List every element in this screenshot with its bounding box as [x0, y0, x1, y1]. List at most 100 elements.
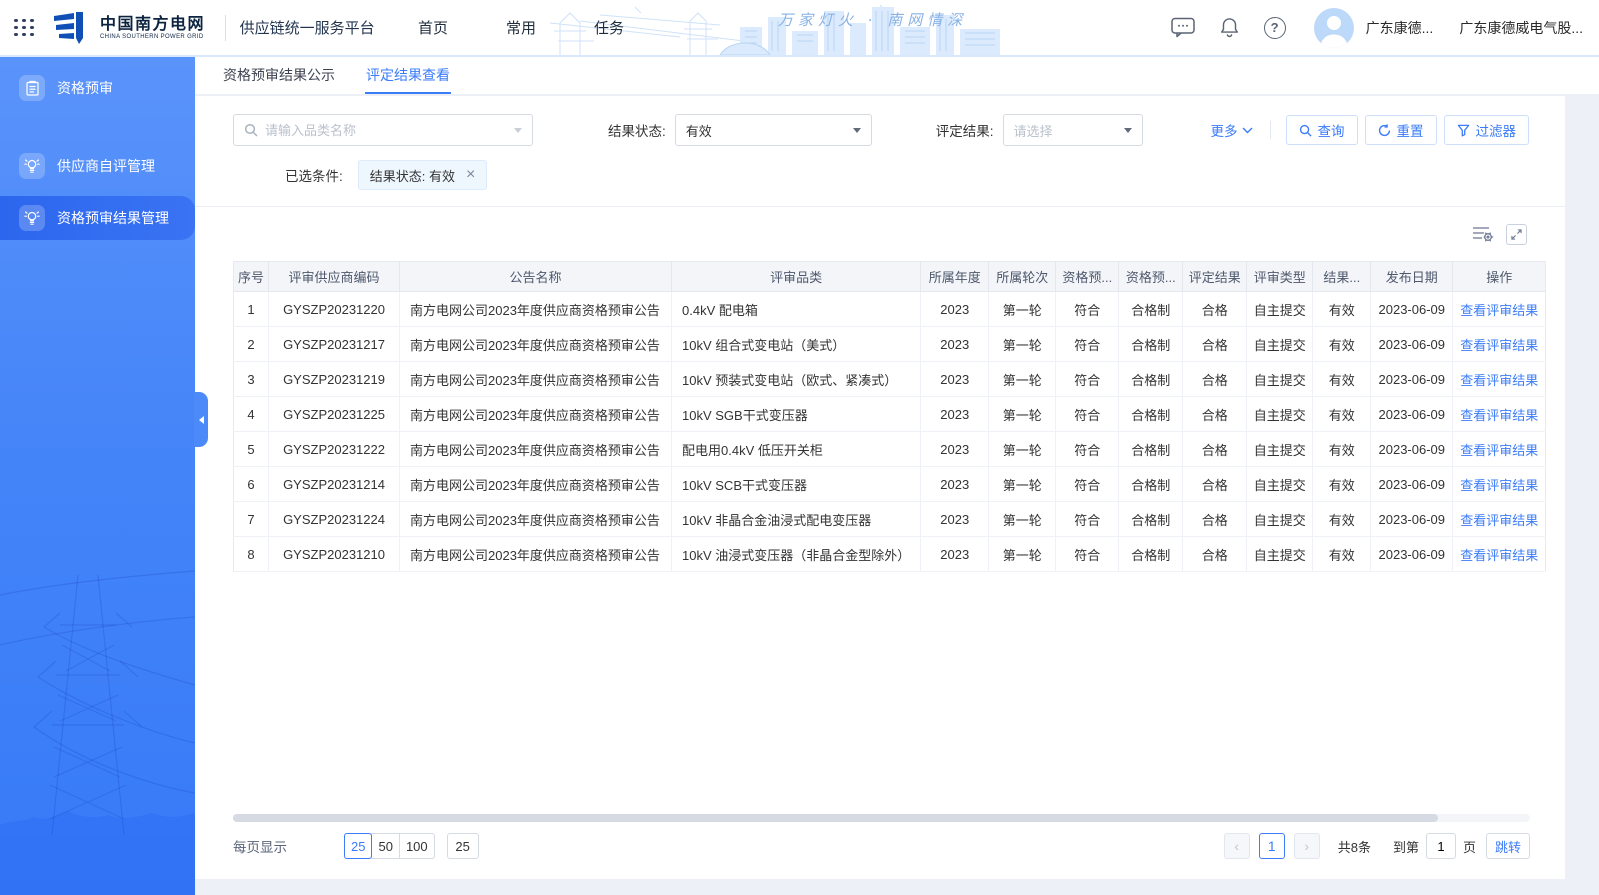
cell-no: 5: [234, 432, 269, 467]
user-name[interactable]: 广东康德...: [1366, 18, 1434, 38]
more-filters-link[interactable]: 更多: [1211, 120, 1253, 140]
cell-code: GYSZP20231219: [269, 362, 400, 397]
nav-item-任务[interactable]: 任务: [594, 17, 624, 38]
view-review-result-link[interactable]: 查看评审结果: [1460, 513, 1538, 528]
scrollbar-thumb[interactable]: [233, 814, 1438, 822]
sidebar-item-资格预审[interactable]: 资格预审: [0, 66, 195, 110]
cell-category: 10kV 油浸式变压器（非晶合金型除外）: [672, 537, 921, 572]
view-review-result-link[interactable]: 查看评审结果: [1460, 478, 1538, 493]
cell-type: 自主提交: [1247, 397, 1313, 432]
query-button[interactable]: 查询: [1286, 115, 1358, 145]
brand-name-en: CHINA SOUTHERN POWER GRID: [100, 33, 204, 39]
view-review-result-link[interactable]: 查看评审结果: [1460, 303, 1538, 318]
notifications-bell-icon[interactable]: [1219, 16, 1240, 39]
view-review-result-link[interactable]: 查看评审结果: [1460, 443, 1538, 458]
filter-row: 结果状态: 有效 评定结果: 请选择 更多 查询: [195, 96, 1565, 146]
cell-year: 2023: [921, 397, 989, 432]
chevron-down-icon: [1124, 128, 1132, 133]
category-search-input[interactable]: [265, 123, 506, 138]
cell-date: 2023-06-09: [1371, 502, 1453, 537]
sidebar-item-资格预审结果管理[interactable]: 资格预审结果管理: [0, 196, 195, 240]
remove-condition-icon[interactable]: ×: [466, 167, 475, 183]
fullscreen-icon[interactable]: [1506, 224, 1527, 245]
tab-评定结果查看[interactable]: 评定结果查看: [365, 57, 451, 94]
view-review-result-link[interactable]: 查看评审结果: [1460, 338, 1538, 353]
jump-button[interactable]: 跳转: [1486, 833, 1530, 859]
chevron-down-icon: [514, 128, 522, 133]
table-row: 1GYSZP20231220南方电网公司2023年度供应商资格预审公告0.4kV…: [234, 292, 1546, 327]
page-size-value-box[interactable]: 25: [447, 833, 479, 859]
cell-notice: 南方电网公司2023年度供应商资格预审公告: [400, 362, 672, 397]
cell-round: 第一轮: [989, 432, 1056, 467]
cell-round: 第一轮: [989, 397, 1056, 432]
company-name[interactable]: 广东康德威电气股...: [1459, 18, 1583, 38]
per-page-option-50[interactable]: 50: [371, 833, 399, 859]
column-header: 结果...: [1313, 262, 1371, 292]
next-page-button[interactable]: ›: [1294, 833, 1320, 859]
cell-status: 有效: [1313, 397, 1371, 432]
cell-category: 10kV SCB干式变压器: [672, 467, 921, 502]
table-row: 2GYSZP20231217南方电网公司2023年度供应商资格预审公告10kV …: [234, 327, 1546, 362]
cell-code: GYSZP20231225: [269, 397, 400, 432]
eval-result-select[interactable]: 请选择: [1003, 114, 1143, 146]
result-status-select[interactable]: 有效: [675, 114, 872, 146]
sidebar-collapse-handle[interactable]: [194, 392, 208, 447]
clipboard-icon: [19, 75, 45, 101]
horizontal-scrollbar[interactable]: [233, 814, 1530, 822]
view-review-result-link[interactable]: 查看评审结果: [1460, 408, 1538, 423]
cell-action: 查看评审结果: [1453, 397, 1546, 432]
cell-action: 查看评审结果: [1453, 467, 1546, 502]
per-page-option-100[interactable]: 100: [399, 833, 435, 859]
sidebar-item-供应商自评管理[interactable]: 供应商自评管理: [0, 144, 195, 188]
header-slogan: 万家灯火 · 南网情深: [778, 9, 967, 30]
bulb-icon: [19, 153, 45, 179]
cell-no: 3: [234, 362, 269, 397]
cell-category: 10kV SGB干式变压器: [672, 397, 921, 432]
filter-button[interactable]: 过滤器: [1444, 115, 1530, 145]
funnel-icon: [1457, 124, 1470, 137]
app-launcher-icon[interactable]: [14, 19, 34, 37]
cell-no: 4: [234, 397, 269, 432]
cell-date: 2023-06-09: [1371, 397, 1453, 432]
cell-status: 有效: [1313, 467, 1371, 502]
messages-icon[interactable]: [1171, 17, 1195, 38]
nav-item-首页[interactable]: 首页: [418, 17, 448, 38]
column-header: 评审供应商编码: [269, 262, 400, 292]
cell-round: 第一轮: [989, 292, 1056, 327]
cell-notice: 南方电网公司2023年度供应商资格预审公告: [400, 467, 672, 502]
current-page-button[interactable]: 1: [1259, 833, 1285, 859]
bulb-icon: [19, 205, 45, 231]
total-count: 共8条: [1338, 837, 1371, 856]
cell-pre2: 合格制: [1119, 537, 1183, 572]
help-icon[interactable]: ?: [1264, 17, 1286, 39]
prev-page-button[interactable]: ‹: [1224, 833, 1250, 859]
cell-status: 有效: [1313, 432, 1371, 467]
cell-type: 自主提交: [1247, 502, 1313, 537]
cell-pre2: 合格制: [1119, 432, 1183, 467]
cell-notice: 南方电网公司2023年度供应商资格预审公告: [400, 397, 672, 432]
cell-code: GYSZP20231220: [269, 292, 400, 327]
category-search-select[interactable]: [233, 114, 533, 146]
view-review-result-link[interactable]: 查看评审结果: [1460, 373, 1538, 388]
sidebar-tower-decoration: [0, 535, 195, 895]
csg-logo: 中国南方电网 CHINA SOUTHERN POWER GRID: [54, 12, 213, 44]
cell-type: 自主提交: [1247, 537, 1313, 572]
column-header: 评定结果: [1183, 262, 1247, 292]
cell-status: 有效: [1313, 327, 1371, 362]
column-settings-icon[interactable]: [1473, 225, 1494, 243]
content-panel: 结果状态: 有效 评定结果: 请选择 更多 查询: [195, 96, 1565, 879]
goto-page-input[interactable]: [1426, 833, 1456, 859]
column-header: 所属轮次: [989, 262, 1056, 292]
tab-资格预审结果公示[interactable]: 资格预审结果公示: [222, 57, 336, 94]
nav-item-常用[interactable]: 常用: [506, 17, 536, 38]
cell-status: 有效: [1313, 502, 1371, 537]
user-avatar[interactable]: [1314, 8, 1354, 48]
per-page-option-25[interactable]: 25: [344, 833, 372, 859]
cell-result: 合格: [1183, 362, 1247, 397]
column-header: 公告名称: [400, 262, 672, 292]
cell-action: 查看评审结果: [1453, 432, 1546, 467]
cell-no: 6: [234, 467, 269, 502]
view-review-result-link[interactable]: 查看评审结果: [1460, 548, 1538, 563]
reset-button[interactable]: 重置: [1365, 115, 1437, 145]
platform-title: 供应链统一服务平台: [240, 17, 375, 38]
